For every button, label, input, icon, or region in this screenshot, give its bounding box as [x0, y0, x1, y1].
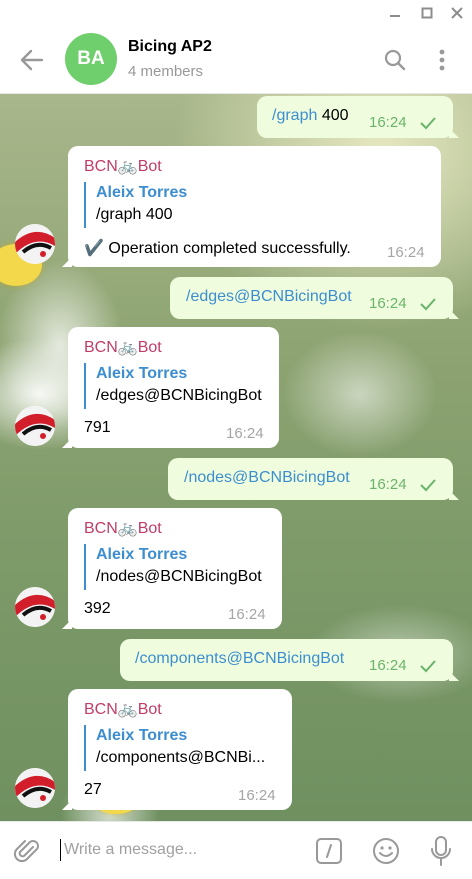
chat-header: BA Bicing AP2 4 members [0, 26, 472, 94]
message-composer [0, 821, 472, 879]
sent-check-icon [420, 298, 436, 311]
command-link[interactable]: /components@BCNBicingBot [135, 650, 344, 668]
incoming-message[interactable]: BCN🚲Bot Aleix Torres /edges@BCNBicingBot… [62, 327, 279, 448]
message-time: 16:24 [238, 787, 276, 804]
quote-author: Aleix Torres [96, 727, 188, 744]
window-title-bar [0, 0, 472, 26]
minimize-icon[interactable] [380, 0, 410, 26]
message-text: 27 [84, 781, 102, 798]
message-text: 400 [317, 107, 349, 124]
bot-avatar[interactable] [15, 587, 55, 627]
maximize-icon[interactable] [412, 0, 442, 26]
more-vertical-icon[interactable] [432, 48, 452, 72]
quote-text: /components@BCNBi... [96, 749, 266, 766]
message-input[interactable] [64, 836, 294, 864]
message-time: 16:24 [369, 476, 407, 493]
quote-text: /graph 400 [96, 206, 173, 223]
incoming-message[interactable]: BCN🚲Bot Aleix Torres /components@BCNBi..… [62, 689, 292, 810]
message-text: 392 [84, 600, 111, 617]
reply-quote[interactable]: Aleix Torres /edges@BCNBicingBot [84, 363, 262, 409]
message-time: 16:24 [369, 114, 407, 131]
command-link[interactable]: /edges@BCNBicingBot [186, 288, 352, 306]
search-icon[interactable] [383, 48, 407, 72]
reply-quote[interactable]: Aleix Torres /graph 400 [84, 182, 187, 228]
quote-text: /edges@BCNBicingBot [96, 387, 262, 404]
sent-check-icon [420, 117, 436, 130]
bot-avatar[interactable] [15, 406, 55, 446]
sender-name[interactable]: BCN🚲Bot [84, 337, 162, 357]
member-count: 4 members [128, 63, 204, 80]
sender-name[interactable]: BCN🚲Bot [84, 518, 162, 538]
outgoing-message[interactable]: /components@BCNBicingBot 16:24 [120, 639, 459, 681]
close-icon[interactable] [442, 0, 472, 26]
outgoing-message[interactable]: /graph 400 16:24 [257, 96, 459, 138]
quote-author: Aleix Torres [96, 184, 188, 201]
chat-title[interactable]: Bicing AP2 [128, 38, 212, 56]
reply-quote[interactable]: Aleix Torres /components@BCNBi... [84, 725, 265, 771]
paperclip-icon[interactable] [13, 838, 40, 864]
outgoing-message[interactable]: /nodes@BCNBicingBot 16:24 [168, 458, 459, 500]
bot-avatar[interactable] [15, 768, 55, 808]
sender-name[interactable]: BCN🚲Bot [84, 699, 162, 719]
chat-history[interactable]: /graph 400 16:24 BCN🚲Bot Aleix Torres /g… [0, 94, 472, 821]
microphone-icon[interactable] [430, 835, 452, 867]
message-text: 791 [84, 419, 111, 436]
sent-check-icon [420, 660, 436, 673]
message-time: 16:24 [226, 425, 264, 442]
message-time: 16:24 [387, 244, 425, 261]
bot-avatar[interactable] [15, 224, 55, 264]
sender-name[interactable]: BCN🚲Bot [84, 156, 162, 176]
reply-quote[interactable]: Aleix Torres /nodes@BCNBicingBot [84, 544, 262, 590]
group-avatar[interactable]: BA [65, 33, 117, 85]
incoming-message[interactable]: BCN🚲Bot Aleix Torres /nodes@BCNBicingBot… [62, 508, 282, 629]
quote-author: Aleix Torres [96, 365, 188, 382]
incoming-message[interactable]: BCN🚲Bot Aleix Torres /graph 400 ✔️ Opera… [62, 146, 441, 267]
command-link[interactable]: /graph [272, 107, 317, 124]
text-caret [60, 839, 61, 861]
quote-text: /nodes@BCNBicingBot [96, 568, 262, 585]
message-time: 16:24 [369, 295, 407, 312]
bot-commands-icon[interactable] [315, 837, 343, 865]
message-time: 16:24 [369, 657, 407, 674]
message-text: ✔️ Operation completed successfully. [84, 240, 351, 257]
emoji-icon[interactable] [372, 837, 400, 865]
quote-author: Aleix Torres [96, 546, 188, 563]
sent-check-icon [420, 479, 436, 492]
back-arrow-icon[interactable] [18, 46, 46, 74]
message-time: 16:24 [228, 606, 266, 623]
command-link[interactable]: /nodes@BCNBicingBot [184, 469, 350, 487]
outgoing-message[interactable]: /edges@BCNBicingBot 16:24 [170, 277, 459, 319]
